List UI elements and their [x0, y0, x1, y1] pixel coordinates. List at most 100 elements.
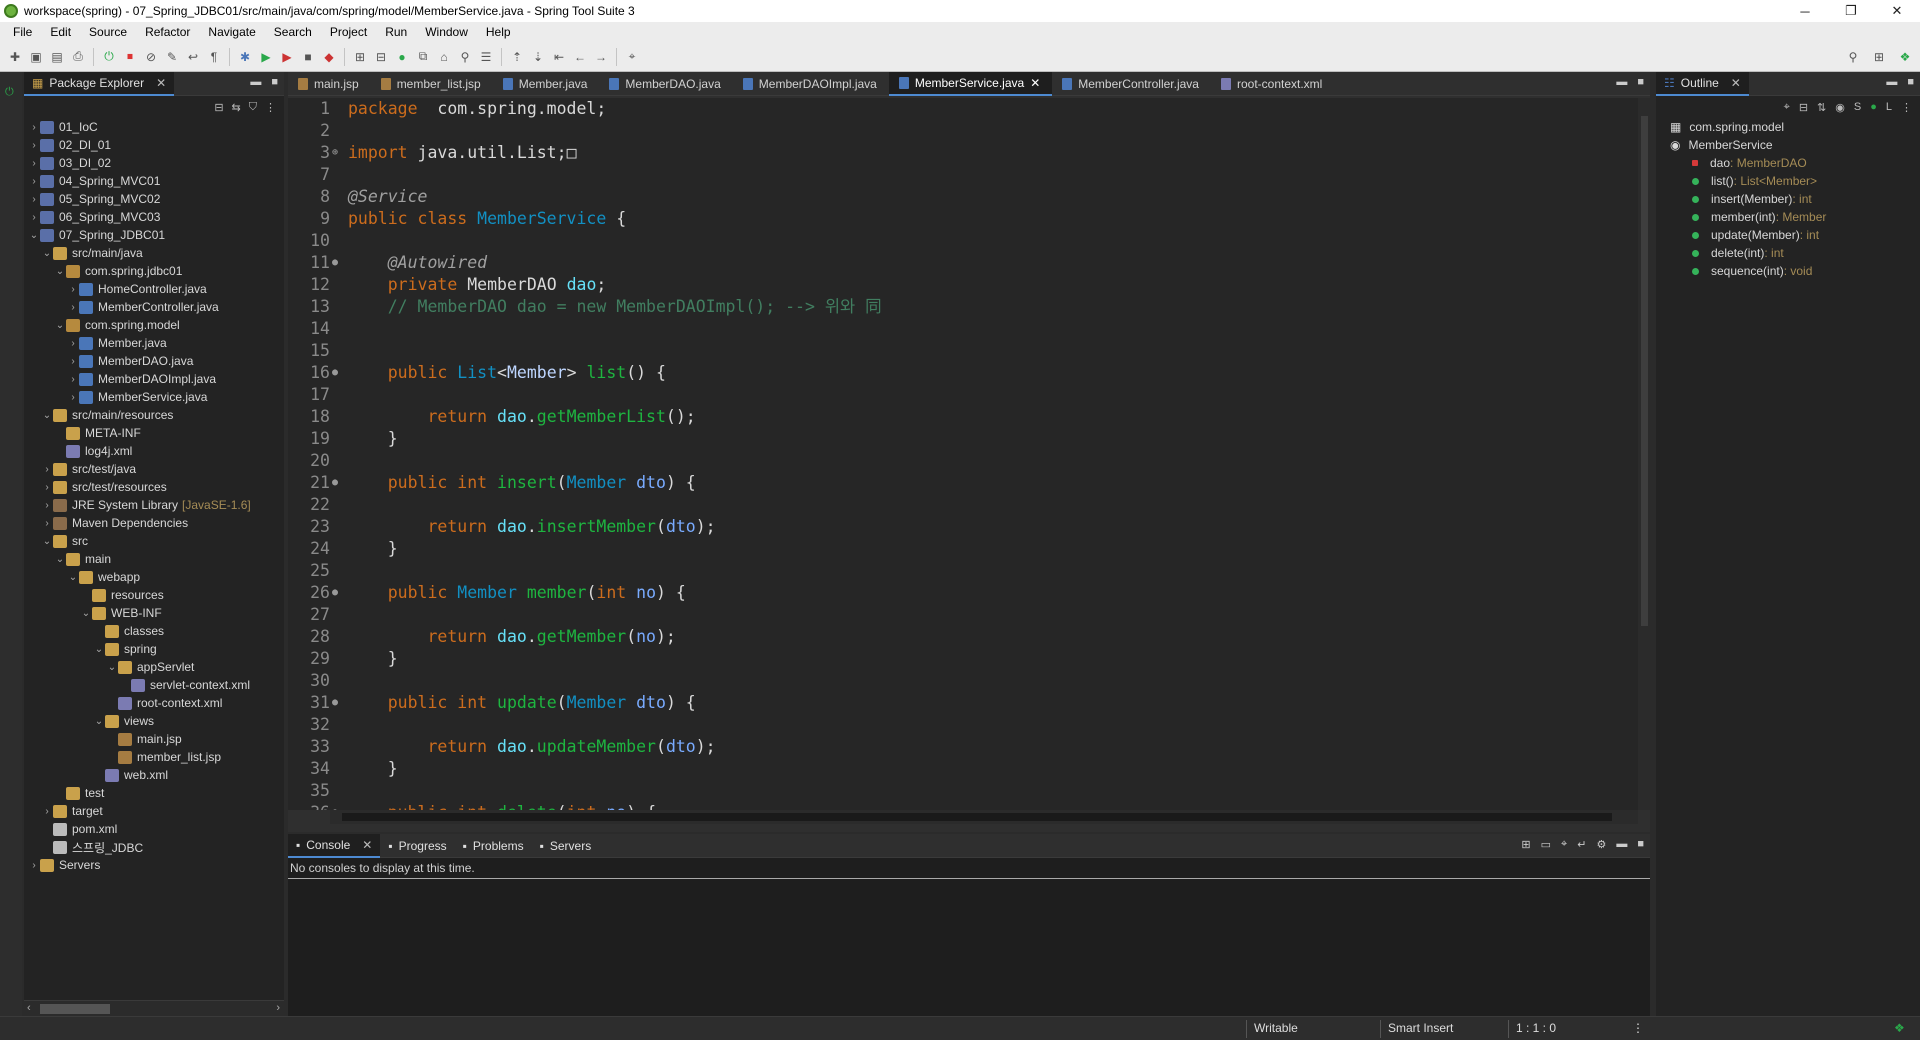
collapse-all-icon[interactable]: ⊟: [214, 101, 223, 114]
tree-item[interactable]: main.jsp: [28, 730, 284, 748]
menu-refactor[interactable]: Refactor: [136, 25, 199, 39]
close-button[interactable]: ✕: [1874, 0, 1920, 22]
tree-item[interactable]: › Member.java: [28, 334, 284, 352]
minimize-icon[interactable]: ▬: [250, 76, 261, 88]
vertical-scrollbar[interactable]: [1638, 98, 1650, 810]
outline-item[interactable]: insert(Member) : int: [1656, 190, 1920, 208]
code-editor[interactable]: 1 package com.spring.model; 2 3 ⊕ import java…: [288, 98, 1638, 810]
view-menu-icon[interactable]: ⋮: [1901, 101, 1912, 114]
settings-icon[interactable]: ⚙: [1596, 838, 1606, 851]
fold-marker-icon[interactable]: ●: [330, 582, 340, 604]
editor-tab-member_list-jsp[interactable]: member_list.jsp: [371, 72, 493, 96]
tree-item[interactable]: META-INF: [28, 424, 284, 442]
maximize-button[interactable]: ❐: [1828, 0, 1874, 22]
tree-item[interactable]: › MemberController.java: [28, 298, 284, 316]
tree-item[interactable]: classes: [28, 622, 284, 640]
collapsed-arrow-icon[interactable]: ›: [41, 482, 53, 493]
tree-item[interactable]: ⌄ src/main/resources: [28, 406, 284, 424]
tree-item[interactable]: › 01_IoC: [28, 118, 284, 136]
editor-tab-memberdao-java[interactable]: MemberDAO.java: [599, 72, 732, 96]
tree-item[interactable]: ⌄ appServlet: [28, 658, 284, 676]
back-icon[interactable]: ←: [571, 48, 589, 66]
minimize-icon[interactable]: ▬: [1886, 76, 1897, 88]
fold-marker-icon[interactable]: ●: [330, 692, 340, 714]
expanded-arrow-icon[interactable]: ⌄: [28, 230, 40, 241]
tree-item[interactable]: › Servers: [28, 856, 284, 874]
editor-tab-member-java[interactable]: Member.java: [493, 72, 600, 96]
link-with-editor-icon[interactable]: ⇆: [232, 101, 241, 114]
tree-item[interactable]: › 06_Spring_MVC03: [28, 208, 284, 226]
pin-console-icon[interactable]: ⌖: [1561, 838, 1567, 851]
tab-package-explorer[interactable]: ▦ Package Explorer ✕: [24, 71, 175, 96]
tree-item[interactable]: › target: [28, 802, 284, 820]
sort-icon[interactable]: ⇅: [1817, 101, 1826, 114]
hide-fields-icon[interactable]: ◉: [1835, 101, 1845, 114]
expanded-arrow-icon[interactable]: ⌄: [41, 248, 53, 259]
status-menu-icon[interactable]: ⋮: [1632, 1021, 1644, 1035]
tree-item[interactable]: › src/test/resources: [28, 478, 284, 496]
outline-item[interactable]: update(Member) : int: [1656, 226, 1920, 244]
wrap-icon[interactable]: ↩: [184, 48, 202, 66]
close-icon[interactable]: ✕: [156, 76, 166, 90]
annotation-prev-icon[interactable]: ⇡: [508, 48, 526, 66]
fold-marker-icon[interactable]: ●: [330, 362, 340, 384]
new-class-icon[interactable]: ●: [393, 48, 411, 66]
pin-editor-icon[interactable]: ⌖: [623, 48, 641, 66]
collapsed-arrow-icon[interactable]: ›: [28, 212, 40, 223]
scroll-left-icon[interactable]: ‹: [27, 1002, 31, 1014]
spring-perspective-icon[interactable]: ❖: [1896, 48, 1914, 66]
menu-window[interactable]: Window: [416, 25, 477, 39]
outline-item[interactable]: ▦ com.spring.model: [1656, 118, 1920, 136]
collapsed-arrow-icon[interactable]: ›: [67, 356, 79, 367]
menu-project[interactable]: Project: [321, 25, 376, 39]
save-icon[interactable]: ▣: [27, 48, 45, 66]
collapsed-arrow-icon[interactable]: ›: [67, 338, 79, 349]
tab-problems[interactable]: ▪ Problems: [455, 834, 532, 858]
boot-dashboard-icon[interactable]: ⏻: [100, 48, 118, 66]
expanded-arrow-icon[interactable]: ⌄: [41, 410, 53, 421]
new-package-icon[interactable]: ⊟: [372, 48, 390, 66]
tree-item[interactable]: resources: [28, 586, 284, 604]
tab-outline[interactable]: ☷ Outline ✕: [1656, 71, 1749, 96]
last-edit-icon[interactable]: ⇤: [550, 48, 568, 66]
tree-item[interactable]: ⌄ src/main/java: [28, 244, 284, 262]
new-java-project-icon[interactable]: ⊞: [351, 48, 369, 66]
scroll-thumb[interactable]: [1641, 116, 1648, 626]
maximize-icon[interactable]: ■: [1907, 76, 1914, 88]
minimize-icon[interactable]: ▬: [1616, 76, 1627, 88]
collapsed-arrow-icon[interactable]: ›: [28, 122, 40, 133]
tree-item[interactable]: test: [28, 784, 284, 802]
external-tools-icon[interactable]: ▶: [278, 48, 296, 66]
tree-item[interactable]: web.xml: [28, 766, 284, 784]
fold-marker-icon[interactable]: ●: [330, 802, 340, 810]
hide-nonpublic-icon[interactable]: ●: [1870, 101, 1877, 113]
tab-progress[interactable]: ▪ Progress: [380, 834, 454, 858]
close-icon[interactable]: ✕: [1030, 76, 1040, 90]
maximize-icon[interactable]: ■: [1637, 838, 1644, 851]
open-perspective-icon[interactable]: ⊞: [1870, 48, 1888, 66]
run-icon[interactable]: ▶: [257, 48, 275, 66]
horizontal-scrollbar[interactable]: ‹ ›: [24, 1000, 284, 1016]
filter-icon[interactable]: ⛉: [249, 101, 257, 114]
collapsed-arrow-icon[interactable]: ›: [28, 860, 40, 871]
collapsed-arrow-icon[interactable]: ›: [67, 302, 79, 313]
forward-icon[interactable]: →: [592, 48, 610, 66]
close-icon[interactable]: ✕: [1731, 76, 1741, 90]
outline-item[interactable]: sequence(int) : void: [1656, 262, 1920, 280]
word-wrap-icon[interactable]: ↵: [1577, 838, 1586, 851]
menu-navigate[interactable]: Navigate: [199, 25, 264, 39]
menu-search[interactable]: Search: [265, 25, 321, 39]
expanded-arrow-icon[interactable]: ⌄: [93, 644, 105, 655]
stop-icon[interactable]: ⏹: [121, 48, 139, 66]
tree-item[interactable]: › 03_DI_02: [28, 154, 284, 172]
expanded-arrow-icon[interactable]: ⌄: [93, 716, 105, 727]
tree-item[interactable]: ⌄ webapp: [28, 568, 284, 586]
notification-icon[interactable]: ❖: [1894, 1021, 1905, 1035]
tree-item[interactable]: log4j.xml: [28, 442, 284, 460]
menu-run[interactable]: Run: [376, 25, 416, 39]
expanded-arrow-icon[interactable]: ⌄: [106, 662, 118, 673]
outline-item[interactable]: member(int) : Member: [1656, 208, 1920, 226]
tab-servers[interactable]: ▪ Servers: [532, 834, 600, 858]
tree-item[interactable]: › JRE System Library [JavaSE-1.6]: [28, 496, 284, 514]
collapsed-arrow-icon[interactable]: ›: [67, 284, 79, 295]
